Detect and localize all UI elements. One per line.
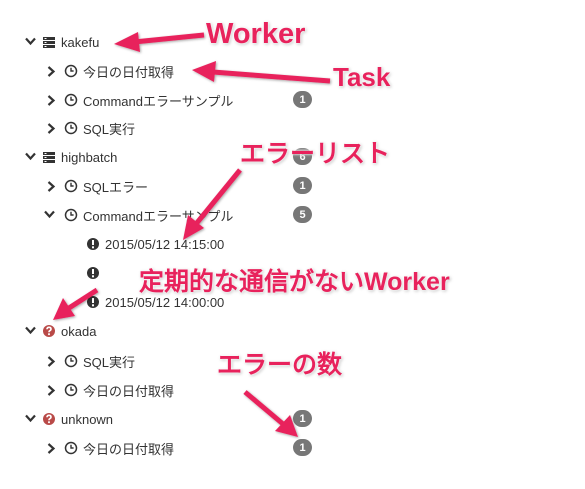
annotation-no-contact-worker: 定期的な通信がないWorker [139,268,450,296]
annotation-error-count: エラーの数 [217,351,343,379]
annotation-task: Task [333,62,391,92]
annotation-error-list: エラーリスト [240,140,391,168]
annotation-arrows [53,32,331,437]
annotation-worker: Worker [206,18,306,50]
